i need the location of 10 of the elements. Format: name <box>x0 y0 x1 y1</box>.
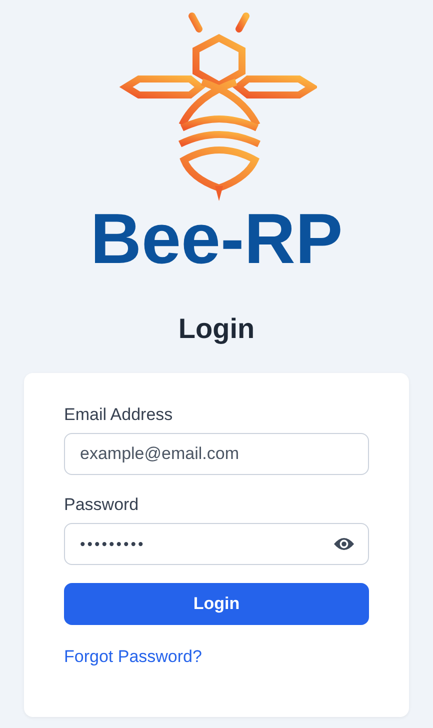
eye-icon[interactable] <box>333 536 355 552</box>
forgot-password-link[interactable]: Forgot Password? <box>64 647 202 667</box>
page-heading: Login <box>178 315 255 343</box>
email-field[interactable]: example@email.com <box>64 433 369 475</box>
brand-name: Bee-RP <box>90 204 343 275</box>
login-button[interactable]: Login <box>64 583 369 625</box>
field-label: Email Address <box>64 405 174 425</box>
field-label: Password <box>64 495 140 515</box>
bee-icon <box>116 12 316 202</box>
password-field[interactable]: ••••••••• <box>64 523 369 565</box>
